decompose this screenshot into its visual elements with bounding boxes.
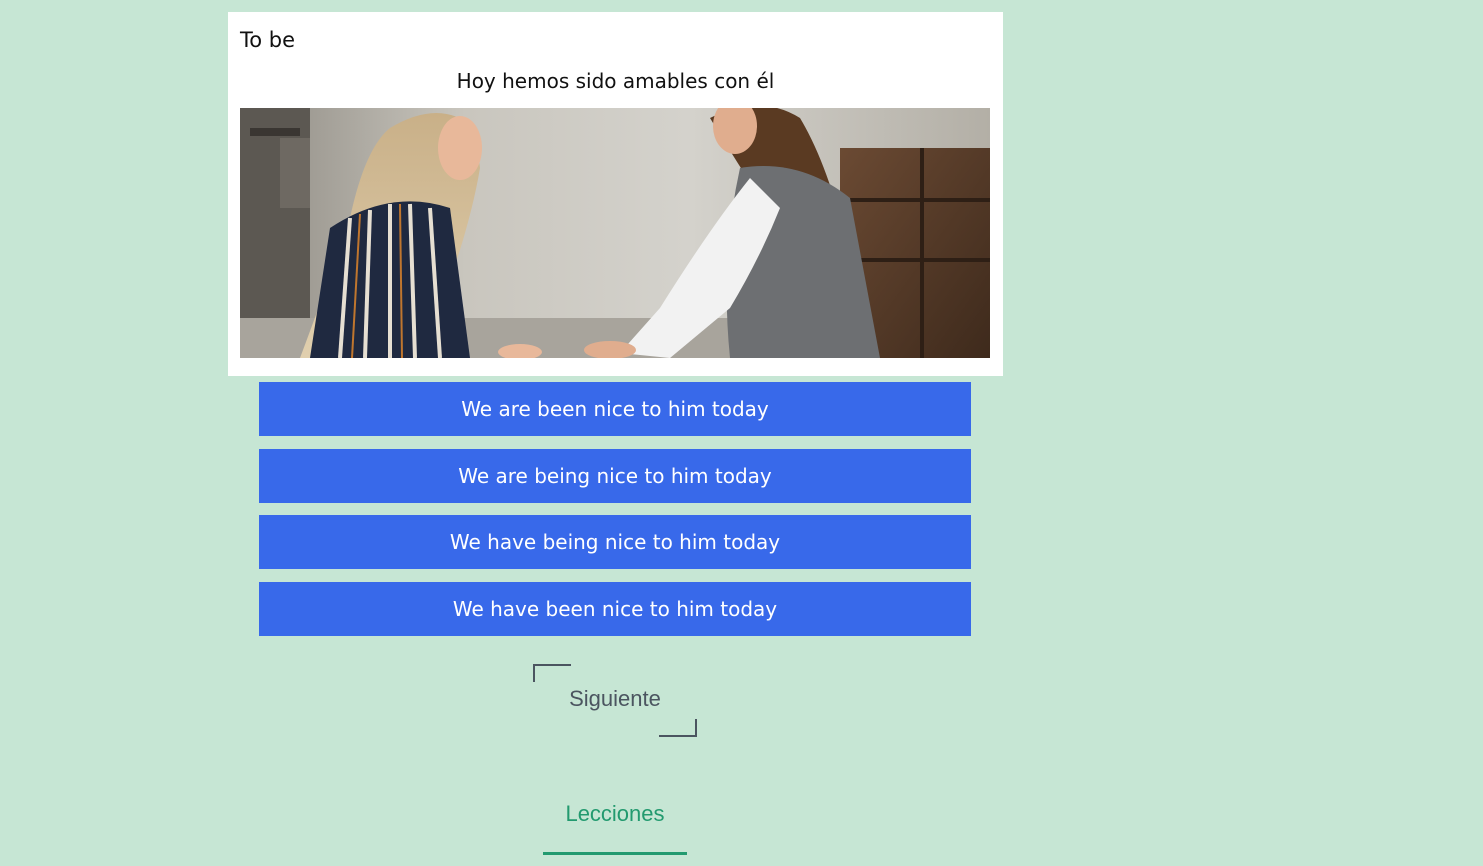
photo-two-women-talking bbox=[240, 108, 990, 358]
next-button-label: Siguiente bbox=[569, 686, 661, 711]
lessons-link[interactable]: Lecciones bbox=[543, 800, 687, 855]
bracket-top-left-icon bbox=[533, 664, 571, 682]
answer-option-1[interactable]: We are been nice to him today bbox=[259, 382, 971, 436]
question-card: To be Hoy hemos sido amables con él bbox=[228, 12, 1003, 376]
topic-title: To be bbox=[240, 28, 296, 52]
lesson-photo bbox=[240, 108, 990, 358]
answer-option-3[interactable]: We have being nice to him today bbox=[259, 515, 971, 569]
lessons-link-label: Lecciones bbox=[565, 801, 665, 826]
next-button[interactable]: Siguiente bbox=[533, 664, 697, 737]
answer-options: We are been nice to him today We are bei… bbox=[259, 382, 971, 648]
answer-option-2[interactable]: We are being nice to him today bbox=[259, 448, 971, 503]
lessons-underline bbox=[543, 852, 687, 855]
answer-option-4[interactable]: We have been nice to him today bbox=[259, 581, 971, 636]
prompt-text: Hoy hemos sido amables con él bbox=[456, 69, 775, 93]
bracket-bottom-right-icon bbox=[659, 719, 697, 737]
